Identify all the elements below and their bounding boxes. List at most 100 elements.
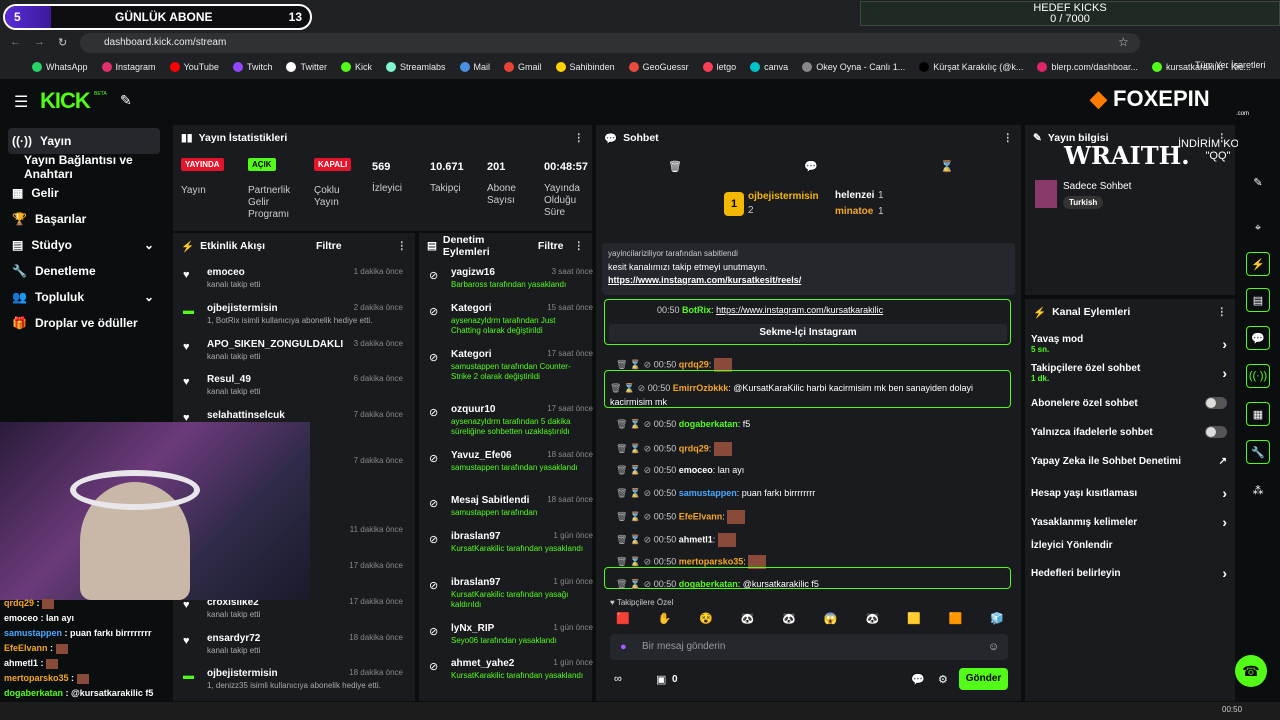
bookmark-item[interactable]: GeoGuessr	[628, 62, 689, 72]
bookmark-item[interactable]: Mail	[459, 62, 490, 72]
bookmark-item[interactable]: Kürşat Karakılıç (@k...	[919, 62, 1023, 72]
emote-bar[interactable]: 🟥 ✋ 😵 🐼 🐼 😱 🐼 🟨 🟧 🧊	[610, 612, 1010, 630]
kebab-icon[interactable]: ⋮	[574, 132, 585, 144]
clipboard-icon[interactable]: ▤	[1246, 288, 1270, 312]
chat-username[interactable]: emoceo	[679, 465, 713, 475]
wrench-icon[interactable]: 🔧	[1246, 440, 1270, 464]
sidebar-item-topluluk[interactable]: 👥 Topluluk ⌄	[8, 284, 160, 310]
filter-button[interactable]: Filtre	[316, 240, 342, 252]
chat-icon[interactable]: 💬	[1246, 326, 1270, 350]
store-icon[interactable]: ▣	[656, 673, 666, 686]
broadcast-icon[interactable]: ((·))	[1246, 364, 1270, 388]
sidebar-item-droplar[interactable]: 🎁 Droplar ve ödüller	[8, 310, 160, 336]
bookmark-item[interactable]: blerp.com/dashboar...	[1037, 62, 1138, 72]
address-bar[interactable]: dashboard.kick.com/stream	[80, 33, 1140, 53]
toggle-switch[interactable]	[1205, 426, 1227, 438]
category-name[interactable]: Sadece Sohbet	[1063, 181, 1131, 192]
bookmark-item[interactable]: Twitch	[232, 62, 272, 72]
chat-mod-icons[interactable]: 🗑 ⌛ ⊘	[616, 419, 654, 429]
sidebar-item-gelir[interactable]: ▦ Gelir	[8, 180, 160, 206]
help-icon[interactable]: ☎	[1235, 655, 1267, 687]
filter-button[interactable]: Filtre	[538, 240, 564, 252]
instagram-button[interactable]: Sekme-İçi Instagram	[609, 324, 1007, 342]
kebab-icon[interactable]: ⋮	[1003, 132, 1014, 144]
share-icon[interactable]: ⁂	[1246, 478, 1270, 502]
channel-action-item[interactable]: Hedefleri belirleyin ›	[1031, 565, 1227, 581]
target-icon[interactable]: ⌖	[1246, 216, 1270, 240]
bookmark-item[interactable]: Twitter	[286, 62, 327, 72]
bookmark-item[interactable]: Sahibinden	[555, 62, 615, 72]
chat-settings-icon[interactable]: 💬	[911, 673, 925, 686]
forward-icon[interactable]: →	[34, 36, 45, 48]
chat-mod-icons[interactable]: 🗑 ⌛ ⊘	[616, 488, 654, 498]
chat-username[interactable]: qrdq29	[679, 443, 709, 453]
bookmark-item[interactable]: Okey Oyna - Canlı 1...	[802, 62, 905, 72]
bookmark-item[interactable]: YouTube	[169, 62, 219, 72]
chat-mod-icons[interactable]: 🗑 ⌛ ⊘	[616, 511, 654, 521]
channel-action-item[interactable]: Yavaş mod 5 sn. ›	[1031, 334, 1227, 354]
sidebar-item-studyo[interactable]: ▤ Stüdyo ⌄	[8, 232, 160, 258]
back-icon[interactable]: ←	[10, 36, 21, 48]
channel-action-item[interactable]: Hesap yaşı kısıtlaması ›	[1031, 485, 1227, 501]
gear-icon[interactable]: ⚙	[938, 673, 948, 686]
chat-mod-icons[interactable]: 🗑 ⌛ ⊘	[616, 534, 654, 544]
sidebar-item-stream-key[interactable]: Yayın Bağlantısı ve Anahtarı	[8, 153, 160, 181]
top-gifter-name[interactable]: ojbejistermisin	[748, 191, 819, 202]
sidebar-item-basarilar[interactable]: 🏆 Başarılar	[8, 206, 160, 232]
sidebar-item-denetleme[interactable]: 🔧 Denetleme	[8, 258, 160, 284]
kebab-icon[interactable]: ⋮	[574, 240, 585, 252]
gifter-3-name[interactable]: minatoe	[835, 206, 873, 217]
chat-mod-icons[interactable]: 🗑 ⌛ ⊘	[616, 556, 654, 566]
reload-icon[interactable]: ↻	[58, 36, 67, 49]
chat-username[interactable]: dogaberkatan	[679, 579, 738, 589]
layout-icon[interactable]: ▦	[1246, 402, 1270, 426]
trash-icon[interactable]: 🗑	[668, 160, 682, 173]
chat-username[interactable]: ahmetl1	[679, 534, 713, 544]
chat-mod-icons[interactable]: 🗑 ⌛ ⊘	[616, 465, 654, 475]
chat-bubble-icon[interactable]: 💬	[804, 160, 818, 173]
channel-action-item[interactable]: Yalnızca ifadelerle sohbet	[1031, 426, 1227, 438]
channel-action-item[interactable]: Takipçilere özel sohbet 1 dk. ›	[1031, 363, 1227, 383]
chat-mod-icons[interactable]: 🗑 ⌛ ⊘	[616, 359, 654, 369]
toggle-switch[interactable]	[1205, 397, 1227, 409]
tools-icon[interactable]: ✎	[120, 92, 132, 109]
pinned-link[interactable]: https://www.instagram.com/kursatkesit/re…	[608, 275, 1009, 285]
menu-icon[interactable]: ☰	[14, 92, 28, 112]
bookmark-item[interactable]: Streamlabs	[385, 62, 446, 72]
chat-input[interactable]: Bir mesaj gönderin	[610, 634, 1008, 660]
sidebar-item-yayin[interactable]: ((·)) Yayın	[8, 128, 160, 154]
chat-username[interactable]: samustappen	[679, 488, 737, 498]
bookmark-item[interactable]: letgo	[702, 62, 736, 72]
chat-mod-icons[interactable]: 🗑 ⌛ ⊘	[616, 443, 654, 453]
channel-action-item[interactable]: Abonelere özel sohbet	[1031, 397, 1227, 409]
bookmark-item[interactable]: WhatsApp	[32, 62, 88, 72]
bookmark-item[interactable]: Gmail	[504, 62, 542, 72]
kebab-icon[interactable]: ⋮	[397, 240, 408, 252]
chat-username[interactable]: mertoparsko35	[679, 556, 744, 566]
botrix-link[interactable]: https://www.instagram.com/kursatkarakili…	[716, 305, 883, 315]
kick-logo[interactable]: KICK	[40, 88, 91, 114]
channel-action-item[interactable]: Yapay Zeka ile Sohbet Denetimi ↗	[1031, 456, 1227, 467]
send-button[interactable]: Gönder	[959, 668, 1008, 690]
chat-username[interactable]: EfeElvann	[679, 511, 723, 521]
bolt-icon[interactable]: ⚡	[1246, 252, 1270, 276]
edit-icon[interactable]: ✎	[1246, 170, 1270, 194]
category-thumbnail[interactable]	[1035, 180, 1057, 208]
all-bookmarks-link[interactable]: Tüm Yer İşaretleri	[1195, 60, 1266, 70]
channel-action-item[interactable]: İzleyici Yönlendir	[1031, 540, 1227, 551]
infinity-icon[interactable]: ∞	[614, 673, 622, 685]
chat-mod-icons[interactable]: 🗑 ⌛ ⊘	[616, 579, 654, 589]
gifter-2-name[interactable]: helenzei	[835, 190, 874, 201]
bookmark-item[interactable]: Kick	[340, 62, 372, 72]
chat-username[interactable]: EmirrOzbkkk	[673, 383, 729, 393]
bookmark-item[interactable]: Instagram	[101, 62, 156, 72]
chat-username[interactable]: dogaberkatan	[679, 419, 738, 429]
botrix-user[interactable]: BotRix	[682, 305, 711, 315]
channel-action-item[interactable]: Yasaklanmış kelimeler ›	[1031, 514, 1227, 530]
chat-username[interactable]: qrdq29	[679, 359, 709, 369]
kebab-icon[interactable]: ⋮	[1217, 306, 1228, 318]
mic-icon[interactable]: ●	[620, 641, 627, 653]
hourglass-icon[interactable]: ⌛	[940, 160, 954, 173]
bookmark-star-icon[interactable]: ☆	[1118, 35, 1129, 49]
emoji-icon[interactable]: ☺	[988, 641, 999, 653]
